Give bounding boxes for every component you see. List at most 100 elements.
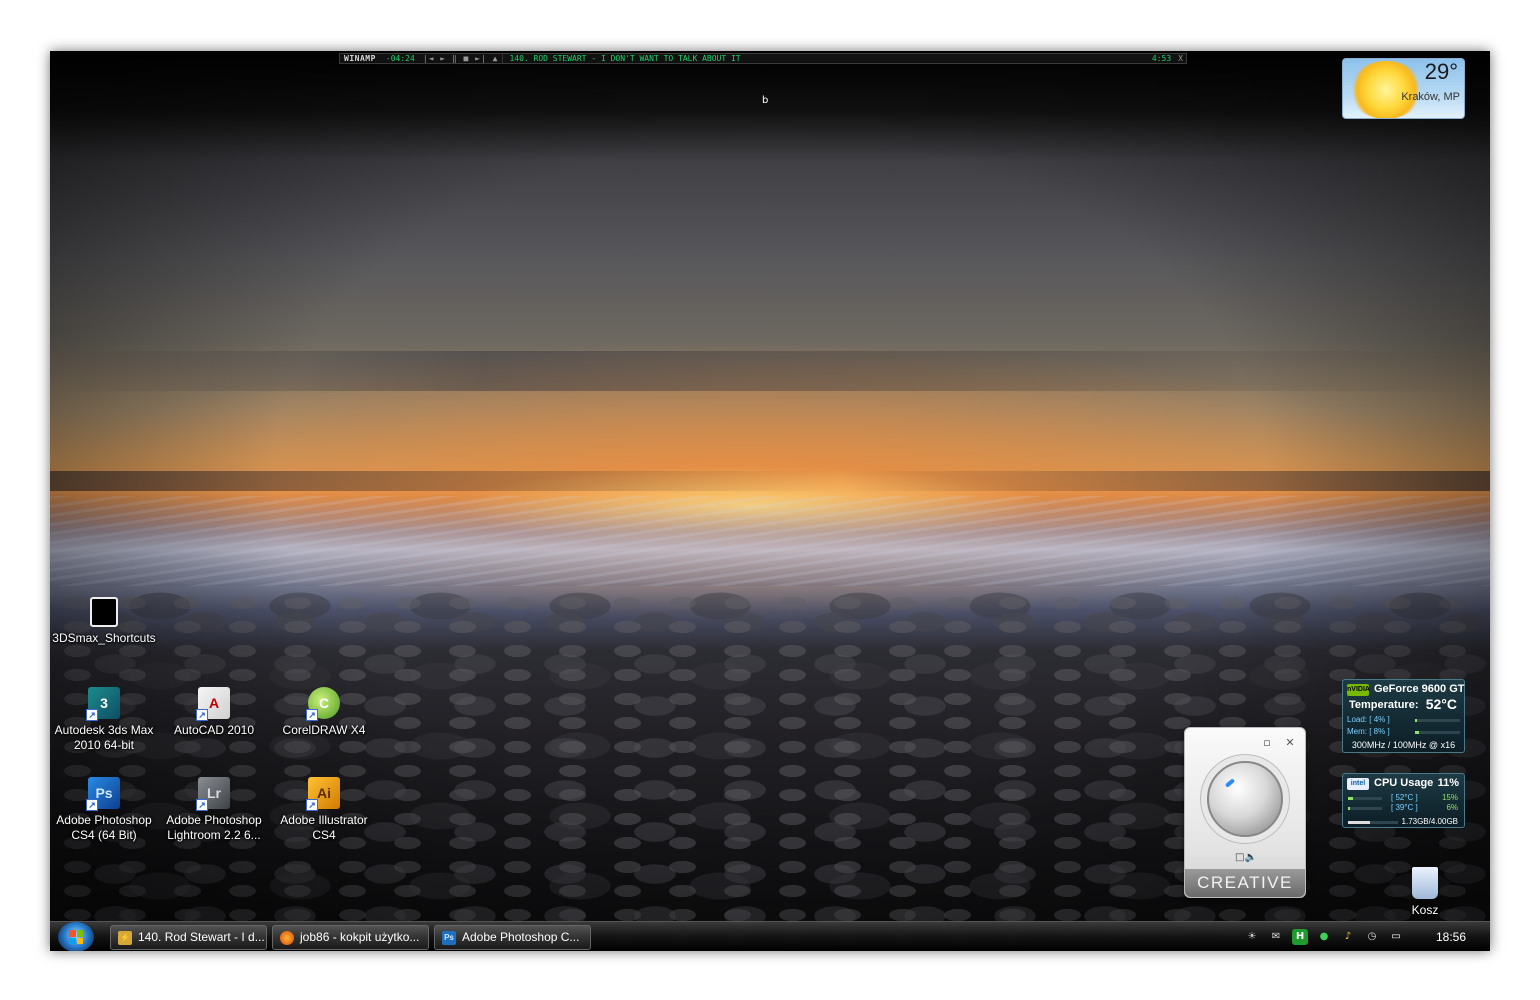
autocad-icon: A ↗ <box>196 687 230 721</box>
desktop-icon-3dsmax[interactable]: 3 ↗ Autodesk 3ds Max 2010 64-bit <box>52 687 156 753</box>
clock-gadget-icon[interactable]: ◷ <box>1364 929 1380 945</box>
core2-percent: 6% <box>1446 803 1458 812</box>
volume-indicator <box>1224 778 1236 788</box>
taskbar-item-label: 140. Rod Stewart - I d... <box>138 930 265 944</box>
weather-gadget[interactable]: 29° Kraków, MP <box>1342 58 1465 119</box>
gpu-name: GeForce 9600 GT <box>1374 683 1465 695</box>
desktop-icon-photoshop[interactable]: Ps ↗ Adobe Photoshop CS4 (64 Bit) <box>52 777 156 843</box>
desktop-icon-lightroom[interactable]: Lr ↗ Adobe Photoshop Lightroom 2.2 6... <box>162 777 266 843</box>
desktop-icon-autocad[interactable]: A ↗ AutoCAD 2010 <box>162 687 266 738</box>
cpu-usage: 11% <box>1437 777 1459 789</box>
gpu-temperature-value: 52°C <box>1425 696 1457 712</box>
shortcut-arrow-icon: ↗ <box>306 709 318 721</box>
black-file-icon <box>90 597 118 627</box>
icon-glyph: A <box>208 694 220 711</box>
desktop-icon-label: AutoCAD 2010 <box>173 723 255 737</box>
winamp-controls[interactable]: |◄ ► ‖ ■ ►| ▲ <box>419 54 503 63</box>
winamp-duration: 4:53 <box>1151 54 1172 63</box>
gpu-load-fill <box>1415 719 1417 722</box>
photoshop-icon: Ps ↗ <box>86 777 120 811</box>
gpu-temperature-label: Temperature: <box>1349 699 1419 711</box>
sun-icon <box>1349 61 1423 118</box>
shortcut-arrow-icon: ↗ <box>196 799 208 811</box>
nvidia-logo-icon: nVIDIA <box>1347 684 1370 696</box>
cpu-gadget[interactable]: intel CPU Usage 11% [ 52°C ] 15% [ 39°C … <box>1342 773 1465 828</box>
desktop-icon-label: Autodesk 3ds Max 2010 64-bit <box>54 723 154 752</box>
gpu-load-bar <box>1415 719 1460 722</box>
winamp-bar[interactable]: WINAMP -04:24 |◄ ► ‖ ■ ►| ▲ 140. ROD STE… <box>339 53 1187 64</box>
winamp-logo: WINAMP <box>344 54 376 63</box>
h-monitor-icon[interactable]: H <box>1292 929 1308 945</box>
core1-fill <box>1348 797 1354 800</box>
desktop[interactable]: WINAMP -04:24 |◄ ► ‖ ■ ►| ▲ 140. ROD STE… <box>50 51 1490 951</box>
winamp-close-icon[interactable]: X <box>1175 54 1186 63</box>
icon-glyph: Ps <box>95 784 113 801</box>
shortcut-arrow-icon: ↗ <box>86 709 98 721</box>
memory-usage: 1.73GB/4.00GB <box>1401 817 1458 826</box>
mute-toggle[interactable]: □🔈 <box>1235 852 1257 863</box>
core1-bar <box>1348 797 1382 800</box>
cpu-title: CPU Usage <box>1374 777 1434 789</box>
taskbar-item-winamp[interactable]: ⚡ 140. Rod Stewart - I d... <box>110 925 267 950</box>
icon-glyph: Ai <box>317 784 331 801</box>
brightness-icon[interactable]: ☀ <box>1244 929 1260 945</box>
winamp-icon: ⚡ <box>118 931 132 945</box>
gpu-mem-bar <box>1415 731 1460 734</box>
desktop-icon-3dsmax-shortcuts[interactable]: 3DSmax_Shortcuts <box>52 597 156 646</box>
gpu-mem-fill <box>1415 731 1419 734</box>
desktop-icon-label: 3DSmax_Shortcuts <box>52 631 156 645</box>
icon-glyph: 3 <box>100 694 108 711</box>
photoshop-icon: Ps <box>442 931 456 945</box>
icon-glyph: Lr <box>207 784 221 801</box>
memory-fill <box>1348 821 1370 824</box>
network-icon[interactable]: ▭ <box>1388 929 1404 945</box>
taskbar-item-firefox[interactable]: job86 - kokpit użytko... <box>272 925 429 950</box>
weather-temperature: 29° <box>1424 59 1458 84</box>
desktop-icon-label: Kosz <box>1411 903 1439 917</box>
taskbar-item-label: Adobe Photoshop C... <box>462 930 580 944</box>
illustrator-icon: Ai ↗ <box>306 777 340 811</box>
lightroom-icon: Lr ↗ <box>196 777 230 811</box>
taskbar-item-label: job86 - kokpit użytko... <box>300 930 420 944</box>
taskbar-clock[interactable]: 18:56 <box>1426 930 1476 944</box>
volume-knob[interactable] <box>1207 761 1283 837</box>
weather-city: Kraków, MP <box>1401 91 1460 103</box>
core1-percent: 15% <box>1441 793 1458 802</box>
desktop-icon-coreldraw[interactable]: C ↗ CorelDRAW X4 <box>272 687 376 738</box>
windows-logo-icon <box>69 930 83 944</box>
gadget-close-icon[interactable]: ✕ <box>1284 737 1296 749</box>
core2-bar <box>1348 807 1382 810</box>
coreldraw-icon: C ↗ <box>306 687 340 721</box>
shortcut-arrow-icon: ↗ <box>86 799 98 811</box>
messenger-icon[interactable]: ♪ <box>1340 929 1356 945</box>
desktop-icon-label: Adobe Photoshop Lightroom 2.2 6... <box>166 813 262 842</box>
winamp-track-title: 140. ROD STEWART - I DON'T WANT TO TALK … <box>502 54 1147 63</box>
desktop-icon-label: Adobe Illustrator CS4 <box>280 813 368 842</box>
memory-bar <box>1348 821 1398 824</box>
creative-logo: CREATIVE <box>1185 869 1305 897</box>
shortcut-arrow-icon: ↗ <box>306 799 318 811</box>
desktop-letter: b <box>762 95 769 106</box>
gadget-minimize-icon[interactable]: ▫ <box>1261 737 1273 749</box>
core2-fill <box>1348 807 1351 810</box>
desktop-icon-recycle-bin[interactable]: Kosz <box>1373 867 1477 918</box>
autodesk-3dsmax-icon: 3 ↗ <box>86 687 120 721</box>
firefox-icon <box>280 931 294 945</box>
mail-icon[interactable]: ✉ <box>1268 929 1284 945</box>
desktop-icon-illustrator[interactable]: Ai ↗ Adobe Illustrator CS4 <box>272 777 376 843</box>
core1-temperature: [ 52°C ] <box>1391 793 1418 802</box>
creative-volume-gadget[interactable]: ▫ ✕ □🔈 CREATIVE <box>1184 727 1306 898</box>
green-status-icon[interactable]: ● <box>1316 929 1332 945</box>
gpu-mem-label: Mem: [ 8% ] <box>1347 727 1390 736</box>
taskbar-item-photoshop[interactable]: Ps Adobe Photoshop C... <box>434 925 591 950</box>
intel-logo-icon: intel <box>1347 778 1369 790</box>
gpu-load-label: Load: [ 4% ] <box>1347 715 1390 724</box>
system-tray: ☀ ✉ H ● ♪ ◷ ▭ 18:56 <box>1236 922 1490 951</box>
desktop-icon-label: CorelDRAW X4 <box>282 723 366 737</box>
taskbar: ⚡ 140. Rod Stewart - I d... job86 - kokp… <box>50 921 1490 951</box>
gpu-clocks: 300MHz / 100MHz @ x16 <box>1351 740 1456 750</box>
shortcut-arrow-icon: ↗ <box>196 709 208 721</box>
desktop-icon-label: Adobe Photoshop CS4 (64 Bit) <box>56 813 152 842</box>
gpu-gadget[interactable]: nVIDIA GeForce 9600 GT Temperature: 52°C… <box>1342 679 1465 753</box>
start-button[interactable] <box>58 922 94 951</box>
